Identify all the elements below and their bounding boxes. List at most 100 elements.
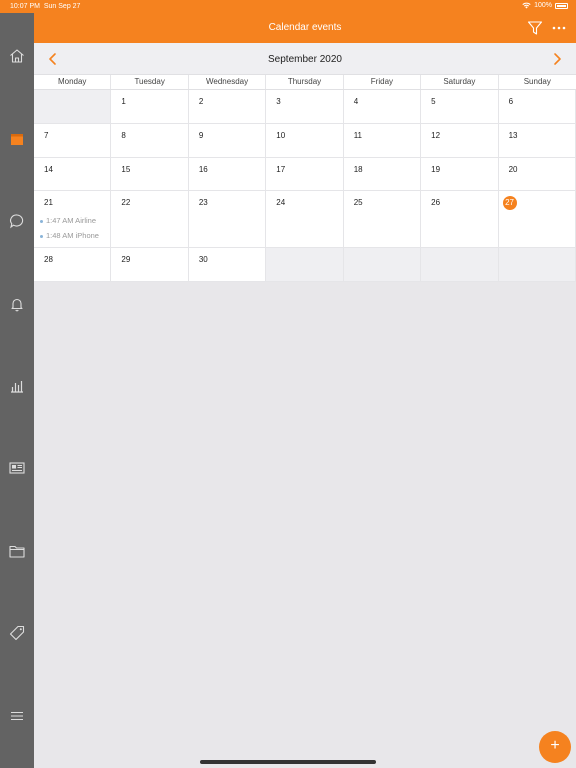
day-cell[interactable]: 7	[34, 124, 112, 158]
day-cell[interactable]: 1	[111, 90, 189, 124]
home-icon[interactable]	[8, 47, 26, 65]
day-cell[interactable]: 14	[34, 158, 112, 191]
day-cell[interactable]: 21 1:47 AM Airline 1:48 AM iPhone	[34, 191, 112, 248]
today-badge: 27	[502, 196, 517, 210]
status-bar: 10:07 PM Sun Sep 27 100%	[0, 0, 576, 13]
weekday-label: Friday	[344, 75, 422, 89]
empty-day-cell	[498, 248, 576, 282]
day-number: 20	[508, 165, 518, 174]
day-cell[interactable]: 6	[498, 90, 576, 124]
weekday-label: Thursday	[266, 75, 344, 89]
sidebar	[0, 13, 34, 768]
day-number: 1	[121, 97, 126, 106]
day-cell-today[interactable]: 27	[498, 191, 576, 248]
day-cell[interactable]: 8	[111, 124, 189, 158]
day-number: 25	[353, 198, 363, 207]
day-cell[interactable]: 11	[343, 124, 422, 158]
weekday-label: Tuesday	[111, 75, 189, 89]
news-icon[interactable]	[8, 459, 26, 477]
day-cell[interactable]: 24	[266, 191, 344, 248]
event-dot	[40, 234, 43, 238]
day-cell[interactable]: 2	[188, 90, 267, 124]
day-number: 22	[121, 198, 131, 207]
event-item[interactable]: 1:47 AM Airline	[40, 216, 96, 225]
chevron-right-icon[interactable]	[550, 52, 564, 66]
day-cell[interactable]: 29	[111, 248, 189, 282]
day-number: 28	[44, 255, 53, 264]
day-number: 19	[431, 165, 441, 174]
day-cell[interactable]: 28	[34, 248, 112, 282]
day-cell[interactable]: 17	[266, 158, 344, 191]
day-number: 15	[121, 165, 131, 174]
day-cell[interactable]: 15	[111, 158, 189, 191]
day-cell[interactable]: 20	[498, 158, 576, 191]
day-cell[interactable]: 3	[266, 90, 344, 124]
day-number: 14	[44, 165, 53, 174]
event-text: 1:47 AM Airline	[46, 216, 97, 225]
day-cell[interactable]: 25	[343, 191, 422, 248]
day-number: 2	[198, 97, 204, 106]
day-number: 18	[353, 165, 363, 174]
calendar-grid: 1 2 3 4 5 6 7 8 9 10 11 12 13 14 15 16 1…	[34, 90, 576, 282]
status-right: 100%	[522, 2, 568, 9]
day-number: 10	[276, 131, 286, 140]
navigation-bar: Calendar events	[34, 13, 576, 43]
day-number: 8	[121, 131, 126, 140]
day-cell[interactable]: 26	[421, 191, 499, 248]
status-time: 10:07 PM Sun Sep 27	[10, 3, 81, 10]
battery-text: 100%	[534, 2, 552, 9]
event-dot	[40, 219, 43, 223]
page-title: Calendar events	[268, 22, 342, 33]
more-icon[interactable]	[552, 20, 566, 36]
calendar-icon[interactable]	[8, 130, 26, 148]
weekday-label: Wednesday	[189, 75, 267, 89]
day-number: 29	[121, 255, 131, 264]
chat-icon[interactable]	[8, 212, 26, 230]
day-cell[interactable]: 23	[188, 191, 267, 248]
bell-icon[interactable]	[8, 295, 26, 313]
day-cell[interactable]: 30	[188, 248, 267, 282]
filter-icon[interactable]	[527, 20, 543, 36]
add-event-button[interactable]: +	[539, 731, 571, 763]
day-number: 21	[44, 198, 53, 207]
folder-icon[interactable]	[8, 542, 26, 560]
event-item[interactable]: 1:48 AM iPhone	[40, 231, 99, 240]
day-number: 12	[431, 131, 441, 140]
day-number: 17	[276, 165, 286, 174]
day-cell[interactable]: 12	[421, 124, 499, 158]
weekday-label: Monday	[34, 75, 112, 89]
empty-day-cell	[343, 248, 422, 282]
day-number: 9	[198, 131, 204, 140]
day-number: 16	[198, 165, 208, 174]
home-indicator	[200, 760, 376, 764]
empty-day-cell	[421, 248, 499, 282]
tag-icon[interactable]	[8, 624, 26, 642]
day-number: 5	[431, 97, 436, 106]
day-cell[interactable]: 13	[498, 124, 576, 158]
day-number: 23	[198, 198, 208, 207]
day-number: 6	[508, 97, 514, 106]
bar-chart-icon[interactable]	[8, 377, 26, 395]
menu-icon[interactable]	[8, 707, 26, 725]
day-cell[interactable]: 5	[421, 90, 499, 124]
battery-icon	[555, 2, 568, 9]
day-number: 3	[276, 97, 281, 106]
day-cell[interactable]: 9	[188, 124, 267, 158]
day-cell[interactable]: 19	[421, 158, 499, 191]
day-number: 26	[431, 198, 441, 207]
empty-day-cell	[34, 90, 112, 124]
event-text: 1:48 AM iPhone	[46, 231, 99, 240]
day-cell[interactable]: 4	[343, 90, 422, 124]
day-number: 4	[353, 97, 359, 106]
day-cell[interactable]: 18	[343, 158, 422, 191]
day-cell[interactable]: 10	[266, 124, 344, 158]
day-cell[interactable]: 16	[188, 158, 267, 191]
day-number: 13	[508, 131, 518, 140]
day-number: 7	[44, 131, 49, 140]
weekday-label: Saturday	[421, 75, 499, 89]
day-cell[interactable]: 22	[111, 191, 189, 248]
month-navigation: September 2020	[34, 43, 576, 75]
empty-day-cell	[266, 248, 344, 282]
month-title: September 2020	[268, 54, 342, 65]
weekday-label: Sunday	[523, 77, 551, 86]
